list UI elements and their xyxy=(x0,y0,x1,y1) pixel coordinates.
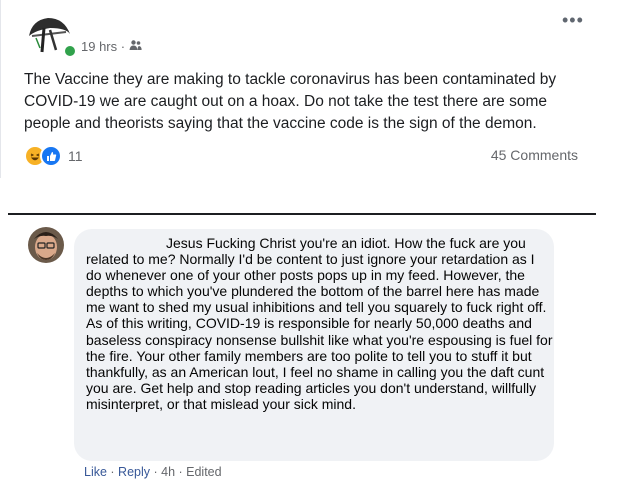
comments-count-link[interactable]: 45 Comments xyxy=(491,147,578,163)
separator: · xyxy=(150,465,162,479)
reactions-summary[interactable]: 11 xyxy=(24,145,83,167)
post-body-text: The Vaccine they are making to tackle co… xyxy=(24,71,557,132)
comment-like-link[interactable]: Like xyxy=(84,465,107,479)
commenter-avatar[interactable] xyxy=(28,227,64,263)
comment-bubble: Jesus Fucking Christ you're an idiot. Ho… xyxy=(74,229,554,461)
online-status-dot xyxy=(63,44,77,58)
post-meta: 19 hrs · xyxy=(81,39,142,54)
more-options-button[interactable]: ••• xyxy=(562,10,584,31)
post-timestamp[interactable]: 19 hrs · xyxy=(81,39,125,54)
post-card: 19 hrs · ••• The Vaccine they are making… xyxy=(0,0,597,178)
like-icon xyxy=(40,145,62,167)
divider xyxy=(8,213,596,215)
comment-reply-link[interactable]: Reply xyxy=(118,465,150,479)
comment-body: Jesus Fucking Christ you're an idiot. Ho… xyxy=(86,235,553,412)
separator: · xyxy=(175,465,187,479)
edited-label[interactable]: Edited xyxy=(186,465,221,479)
reaction-count: 11 xyxy=(68,148,83,164)
comment-actions: Like · Reply · 4h · Edited xyxy=(84,465,222,479)
separator: · xyxy=(106,465,119,479)
comment-timestamp[interactable]: 4h xyxy=(161,465,175,479)
comment-text: Jesus Fucking Christ you're an idiot. Ho… xyxy=(86,235,554,412)
friends-icon[interactable] xyxy=(129,39,142,54)
